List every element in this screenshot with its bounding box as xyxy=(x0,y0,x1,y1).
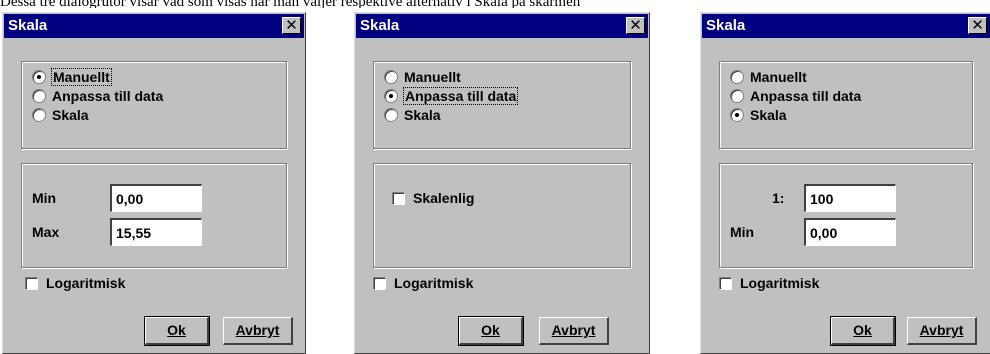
dialog-titlebar: Skala ✕ xyxy=(356,14,648,38)
min-input[interactable]: 0,00 xyxy=(110,184,202,212)
logaritmisk-checkbox[interactable]: Logaritmisk xyxy=(25,275,125,291)
radio-selected-icon[interactable] xyxy=(730,108,744,122)
radio-anpassa[interactable]: Anpassa till data xyxy=(730,87,861,105)
cancel-button[interactable]: Avbryt xyxy=(539,317,609,345)
checkbox-label: Logaritmisk xyxy=(46,275,126,291)
close-icon[interactable]: ✕ xyxy=(626,17,645,34)
radio-label: Anpassa till data xyxy=(52,88,164,104)
range-group: Min 0,00 Max 15,55 xyxy=(21,163,287,268)
scale-group: 1: 100 Min 0,00 xyxy=(719,163,973,268)
logaritmisk-checkbox[interactable]: Logaritmisk xyxy=(373,275,473,291)
skalenlig-checkbox[interactable]: Skalenlig xyxy=(392,190,474,206)
logaritmisk-checkbox[interactable]: Logaritmisk xyxy=(719,275,819,291)
close-icon[interactable]: ✕ xyxy=(282,17,301,34)
ok-label: Ok xyxy=(853,322,872,338)
radio-skala[interactable]: Skala xyxy=(32,106,89,124)
radio-skala[interactable]: Skala xyxy=(730,106,787,124)
dialog-title: Skala xyxy=(8,17,48,34)
scale-mode-group: Manuellt Anpassa till data Skala xyxy=(373,61,631,149)
checkbox-icon[interactable] xyxy=(373,276,386,290)
ok-button[interactable]: Ok xyxy=(830,316,896,346)
radio-icon[interactable] xyxy=(32,89,46,103)
radio-manuellt[interactable]: Manuellt xyxy=(384,68,461,86)
radio-anpassa[interactable]: Anpassa till data xyxy=(32,87,163,105)
checkbox-label: Logaritmisk xyxy=(740,275,820,291)
options-group: Skalenlig xyxy=(373,163,631,268)
cancel-label: Avbryt xyxy=(235,322,280,338)
checkbox-icon[interactable] xyxy=(25,276,38,290)
radio-skala[interactable]: Skala xyxy=(384,106,441,124)
radio-icon[interactable] xyxy=(32,108,46,122)
radio-anpassa[interactable]: Anpassa till data xyxy=(384,87,519,105)
radio-icon[interactable] xyxy=(730,89,744,103)
ratio-label: 1: xyxy=(772,190,785,206)
scale-mode-group: Manuellt Anpassa till data Skala xyxy=(719,61,973,149)
radio-label: Manuellt xyxy=(404,69,461,85)
scale-mode-group: Manuellt Anpassa till data Skala xyxy=(21,61,287,149)
radio-manuellt[interactable]: Manuellt xyxy=(32,68,112,86)
radio-label: Manuellt xyxy=(51,68,112,86)
max-label: Max xyxy=(32,224,60,240)
dialog-title: Skala xyxy=(706,17,746,34)
radio-manuellt[interactable]: Manuellt xyxy=(730,68,807,86)
radio-label: Anpassa till data xyxy=(750,88,862,104)
checkbox-label: Skalenlig xyxy=(413,190,475,206)
radio-icon[interactable] xyxy=(384,108,398,122)
max-input[interactable]: 15,55 xyxy=(110,218,202,246)
radio-icon[interactable] xyxy=(730,70,744,84)
radio-selected-icon[interactable] xyxy=(384,89,398,103)
radio-label: Skala xyxy=(750,107,787,123)
scale-dialog-scale: Skala ✕ Manuellt Anpassa till data Skala… xyxy=(700,12,990,354)
radio-label: Skala xyxy=(404,107,441,123)
checkbox-label: Logaritmisk xyxy=(394,275,474,291)
radio-icon[interactable] xyxy=(384,70,398,84)
cancel-button[interactable]: Avbryt xyxy=(907,317,977,345)
checkbox-icon[interactable] xyxy=(719,276,732,290)
ok-label: Ok xyxy=(167,322,186,338)
ok-button[interactable]: Ok xyxy=(144,316,210,346)
checkbox-icon[interactable] xyxy=(392,191,405,205)
dialog-titlebar: Skala ✕ xyxy=(702,14,990,38)
dialog-title: Skala xyxy=(360,17,400,34)
radio-label: Skala xyxy=(52,107,89,123)
cancel-label: Avbryt xyxy=(551,322,596,338)
radio-label: Anpassa till data xyxy=(402,87,519,105)
close-icon[interactable]: ✕ xyxy=(968,17,987,34)
radio-selected-icon[interactable] xyxy=(32,70,46,84)
ok-label: Ok xyxy=(481,322,500,338)
ratio-input[interactable]: 100 xyxy=(804,184,896,212)
cancel-label: Avbryt xyxy=(919,322,964,338)
ok-button[interactable]: Ok xyxy=(458,316,524,346)
dialog-titlebar: Skala ✕ xyxy=(4,14,304,38)
min-input[interactable]: 0,00 xyxy=(804,218,896,246)
min-label: Min xyxy=(32,190,57,206)
scale-dialog-fit: Skala ✕ Manuellt Anpassa till data Skala… xyxy=(354,12,650,354)
cancel-button[interactable]: Avbryt xyxy=(223,317,293,345)
radio-label: Manuellt xyxy=(750,69,807,85)
page-caption: Dessa tre dialogrutor visar vad som visa… xyxy=(0,0,581,8)
min-label: Min xyxy=(730,224,755,240)
scale-dialog-manual: Skala ✕ Manuellt Anpassa till data Skala… xyxy=(2,12,306,354)
